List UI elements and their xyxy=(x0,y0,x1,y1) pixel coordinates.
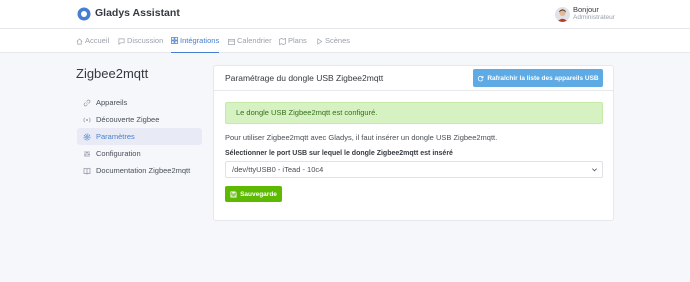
card-title: Paramétrage du dongle USB Zigbee2mqtt xyxy=(225,73,384,83)
nav-label: Accueil xyxy=(85,36,110,45)
nav-plans[interactable]: Plans xyxy=(279,29,307,53)
sidebar-item-label: Découverte Zigbee xyxy=(96,115,160,124)
sidebar-item-label: Documentation Zigbee2mqtt xyxy=(96,166,191,175)
settings-icon xyxy=(83,133,91,140)
sidebar-item-label: Appareils xyxy=(96,98,128,107)
user-greeting[interactable]: Bonjour xyxy=(573,5,599,14)
book-icon xyxy=(83,167,91,174)
top-header: Gladys Assistant Bonjour Administrateur xyxy=(0,0,690,29)
user-role: Administrateur xyxy=(573,14,615,21)
link-icon xyxy=(83,99,91,106)
grid-icon xyxy=(171,37,178,44)
usb-port-value: /dev/ttyUSB0 - iTead - 10c4 xyxy=(232,165,324,174)
description-text: Pour utiliser Zigbee2mqtt avec Gladys, i… xyxy=(225,133,498,142)
success-alert: Le dongle USB Zigbee2mqtt est configuré. xyxy=(225,102,603,124)
refresh-icon xyxy=(478,75,484,81)
home-icon xyxy=(76,37,83,44)
sliders-icon xyxy=(84,150,90,157)
message-square-icon xyxy=(118,38,125,45)
save-label: Sauvegarde xyxy=(240,190,277,198)
brand-name[interactable]: Gladys Assistant xyxy=(95,7,180,19)
sidebar-item-label: Configuration xyxy=(96,149,141,158)
nav-discussion[interactable]: Discussion xyxy=(118,29,163,53)
sidebar-item-label: Paramètres xyxy=(96,132,135,141)
nav-label: Scènes xyxy=(325,36,351,45)
nav-label: Calendrier xyxy=(237,36,272,45)
sidebar-item-decouverte[interactable]: Découverte Zigbee xyxy=(77,111,202,128)
refresh-usb-button[interactable]: Rafraîchir la liste des appareils USB xyxy=(473,69,603,87)
sidebar-item-configuration[interactable]: Configuration xyxy=(77,145,202,162)
nav-calendrier[interactable]: Calendrier xyxy=(228,29,272,53)
settings-card: Paramétrage du dongle USB Zigbee2mqtt Ra… xyxy=(213,65,614,221)
nav-label: Plans xyxy=(288,36,307,45)
nav-scenes[interactable]: Scènes xyxy=(316,29,350,53)
radio-icon xyxy=(83,117,91,122)
sidebar-item-documentation[interactable]: Documentation Zigbee2mqtt xyxy=(77,162,202,179)
sidebar-item-parametres[interactable]: Paramètres xyxy=(77,128,202,145)
usb-port-select[interactable]: /dev/ttyUSB0 - iTead - 10c4 xyxy=(225,161,603,178)
usb-port-label: Sélectionner le port USB sur lequel le d… xyxy=(225,150,453,157)
map-icon xyxy=(279,37,286,45)
play-icon xyxy=(317,37,323,45)
gladys-logo-icon[interactable] xyxy=(77,7,91,21)
nav-accueil[interactable]: Accueil xyxy=(76,29,109,53)
nav-integrations[interactable]: Intégrations xyxy=(171,29,220,53)
card-header: Paramétrage du dongle USB Zigbee2mqtt Ra… xyxy=(214,66,613,91)
chevron-down-icon xyxy=(592,168,597,172)
page-title: Zigbee2mqtt xyxy=(76,66,149,81)
calendar-icon xyxy=(228,38,235,45)
main-nav: Accueil Discussion Intégrations Calendri… xyxy=(0,29,690,53)
avatar[interactable] xyxy=(555,7,570,22)
nav-label: Discussion xyxy=(127,36,164,45)
nav-label: Intégrations xyxy=(180,35,220,45)
save-button[interactable]: Sauvegarde xyxy=(225,186,282,202)
refresh-usb-label: Rafraîchir la liste des appareils USB xyxy=(487,74,599,82)
sidebar-item-appareils[interactable]: Appareils xyxy=(77,94,202,111)
save-icon xyxy=(230,190,237,198)
